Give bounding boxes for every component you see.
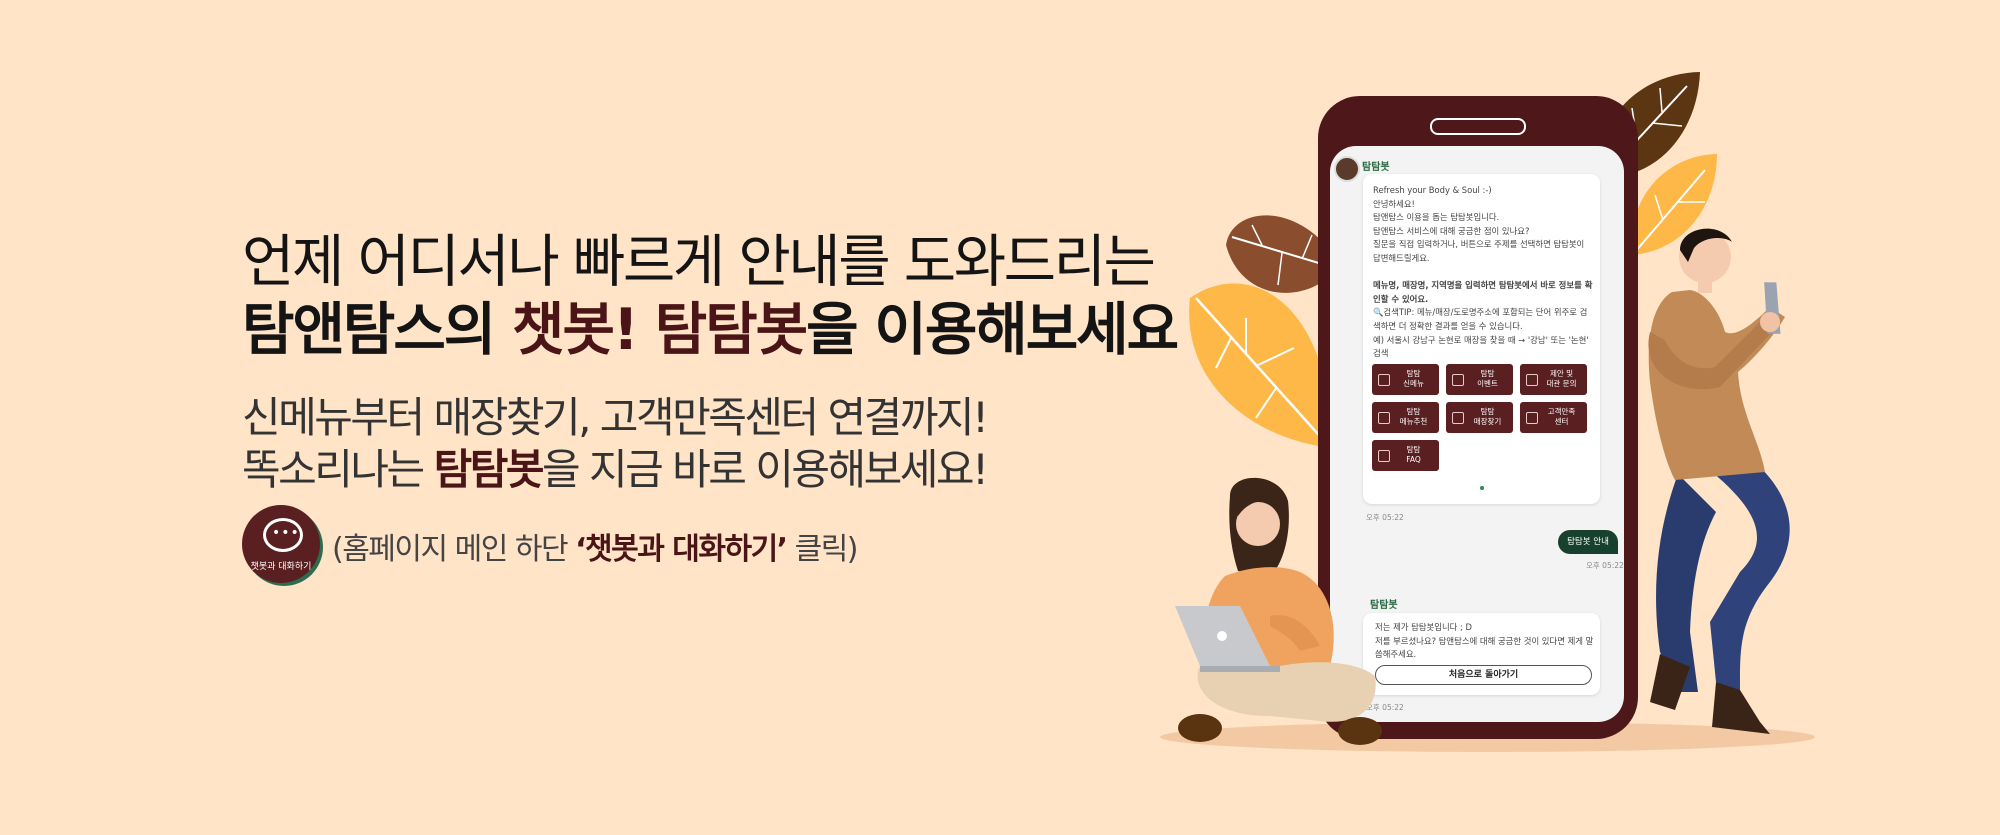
- man-with-phone-illustration: [1648, 228, 1790, 734]
- bot-welcome-card: Refresh your Body & Soul :-) 안녕하세요! 탐앤탐스…: [1363, 174, 1600, 504]
- quick-button-new-menu[interactable]: 탐탐 신메뉴: [1372, 364, 1439, 395]
- welcome-guide-tip: 🔍검색TIP: 메뉴/매장/도로명주소에 포함되는 단어 위주로 검색하면 더 …: [1373, 307, 1589, 359]
- gift-icon: [1452, 374, 1464, 386]
- cup-icon: [1378, 374, 1390, 386]
- headline-line2: 탐앤탐스의 챗봇! 탐탐봇을 이용해보세요: [242, 296, 1179, 364]
- subtitle-brand: 탐탐봇: [433, 445, 545, 494]
- leaf-yellow-large-icon: [1189, 283, 1332, 448]
- cta-text-highlight: ‘챗봇과 대화하기’: [575, 532, 788, 567]
- quick-button-label: 탐탐 매장찾기: [1473, 407, 1502, 426]
- headline: 언제 어디서나 빠르게 안내를 도와드리는 탐앤탐스의 챗봇! 탐탐봇을 이용해…: [242, 228, 1179, 364]
- headline-line2-part3: 을 이용해보세요: [806, 297, 1179, 363]
- cta-text-part1: (홈페이지 메인 하단: [332, 532, 576, 567]
- subtitle-line1: 신메뉴부터 매장찾기, 고객만족센터 연결까지!: [242, 393, 989, 442]
- quick-button-store-finder[interactable]: 탐탐 매장찾기: [1446, 402, 1513, 433]
- store-icon: [1452, 412, 1464, 424]
- welcome-message: Refresh your Body & Soul :-) 안녕하세요! 탐앤탐스…: [1373, 184, 1593, 361]
- user-message-bubble: 탐탐봇 안내: [1558, 530, 1618, 554]
- subtitle-line2: 똑소리나는 탐탐봇을 지금 바로 이용해보세요!: [242, 444, 989, 496]
- quick-button-inquiry[interactable]: 제안 및 대관 문의: [1520, 364, 1587, 395]
- quick-button-label: 탐탐 신메뉴: [1403, 369, 1424, 388]
- subtitle: 신메뉴부터 매장찾기, 고객만족센터 연결까지! 똑소리나는 탐탐봇을 지금 바…: [242, 392, 989, 496]
- back-to-start-button[interactable]: 처음으로 돌아가기: [1375, 665, 1592, 685]
- share-icon: [1526, 412, 1538, 424]
- phone-speaker: [1430, 118, 1526, 135]
- quick-button-faq[interactable]: 탐탐 FAQ: [1372, 440, 1439, 471]
- chat-icon: [1378, 450, 1390, 462]
- bot-reply-message: 저는 제가 탐탐봇입니다 ; D 저를 부르셨나요? 탐앤탐스에 대해 궁금한 …: [1375, 622, 1594, 659]
- quick-button-label: 탐탐 FAQ: [1406, 445, 1421, 464]
- chatbot-badge-label: 챗봇과 대화하기: [250, 562, 312, 572]
- quick-button-label: 탐탐 메뉴추천: [1399, 407, 1428, 426]
- carousel-indicator[interactable]: [1480, 486, 1484, 490]
- headline-line2-part1: 탐앤탐스의: [242, 297, 513, 363]
- quick-button-recommend[interactable]: 탐탐 메뉴추천: [1372, 402, 1439, 433]
- quick-button-event[interactable]: 탐탐 이벤트: [1446, 364, 1513, 395]
- bot-name: 탐탐봇: [1362, 162, 1390, 173]
- headline-brand: 챗봇! 탐탐봇: [512, 297, 808, 363]
- welcome-greeting: Refresh your Body & Soul :-) 안녕하세요! 탐앤탐스…: [1373, 185, 1585, 263]
- welcome-guide-bold: 메뉴명, 매장명, 지역명을 입력하면 탐탐봇에서 바로 정보를 확인할 수 있…: [1373, 280, 1593, 304]
- subtitle-line2-part1: 똑소리나는: [242, 445, 434, 494]
- edit-icon: [1526, 374, 1538, 386]
- headline-line1: 언제 어디서나 빠르게 안내를 도와드리는: [242, 229, 1156, 295]
- chatbot-badge-button[interactable]: ••• 챗봇과 대화하기: [242, 505, 320, 583]
- subtitle-line2-part3: 을 지금 바로 이용해보세요!: [541, 445, 989, 494]
- quick-button-label: 탐탐 이벤트: [1477, 369, 1498, 388]
- cta-instruction: (홈페이지 메인 하단 ‘챗봇과 대화하기’ 클릭): [332, 524, 859, 568]
- woman-with-laptop-illustration: [1175, 477, 1382, 745]
- quick-button-label: 제안 및 대관 문의: [1546, 369, 1577, 388]
- quick-button-customer-center[interactable]: 고객만족 센터: [1520, 402, 1587, 433]
- quick-button-label: 고객만족 센터: [1547, 407, 1576, 426]
- bot-avatar: [1334, 156, 1360, 182]
- cta-text-part3: 클릭): [786, 532, 859, 567]
- chat-dots: •••: [272, 525, 300, 541]
- menu-icon: [1378, 412, 1390, 424]
- message-time: 오후 05:22: [1586, 561, 1624, 570]
